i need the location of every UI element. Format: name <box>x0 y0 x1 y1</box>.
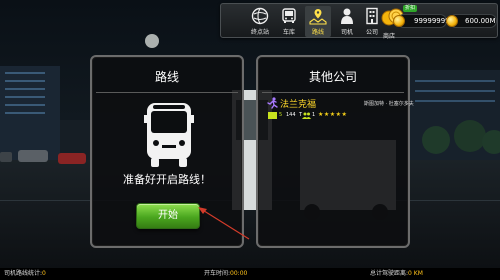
coins-value: 99999999 <box>414 17 450 25</box>
route-map-icon <box>309 9 327 25</box>
nav-garage-label: 车库 <box>282 29 295 36</box>
route-panel-divider <box>96 92 238 93</box>
start-route-button[interactable]: 开始 <box>136 203 200 229</box>
nav-route[interactable]: 路线 <box>305 6 331 37</box>
night-city-background <box>0 0 500 280</box>
coin-icon <box>393 15 405 27</box>
company-drivers: 1 <box>312 112 316 118</box>
nav-garage[interactable]: 车库 <box>276 6 302 37</box>
driver-routes-label: 司机路线统计: <box>4 270 43 277</box>
drive-time-label: 开车时间: <box>204 270 231 277</box>
nav-shop-label: 商店 <box>383 33 396 40</box>
destination-globe-icon <box>251 7 269 25</box>
cash-value: 600.00M <box>465 17 496 25</box>
pointer-arrow <box>198 207 250 240</box>
total-distance-stat: 总计驾驶距离:0 KM <box>370 268 423 280</box>
shop-discount-badge: 折扣 <box>403 5 417 12</box>
driver-routes-stat: 司机路线统计:0 <box>4 268 46 280</box>
nav-route-label: 路线 <box>311 29 324 36</box>
other-companies-divider <box>262 92 404 93</box>
route-ready-message: 准备好开启路线！ <box>123 173 211 186</box>
company-level: 5 <box>279 112 283 118</box>
company-name: 法兰克福 <box>280 100 317 110</box>
drive-time-value: 00:00 <box>230 270 248 277</box>
nav-destination-label: 终点站 <box>250 29 269 36</box>
bottom-status-bar: 司机路线统计:0 开车时间:00:00 总计驾驶距离:0 KM <box>0 268 500 280</box>
nav-driver-label: 司机 <box>340 29 353 36</box>
nav-destination[interactable]: 终点站 <box>247 6 273 37</box>
company-buses: 144 <box>286 112 296 118</box>
other-companies-title: 其他公司 <box>308 70 357 84</box>
cash-coin-icon <box>446 15 458 27</box>
bus-front-icon <box>144 103 194 167</box>
company-drivers-icon <box>302 112 311 119</box>
company-list-item[interactable]: 法兰克福 斯图加特 · 杜塞尔多夫 5 144 T 1 ★★★★★ <box>266 97 414 127</box>
driver-routes-value: 0 <box>42 270 46 277</box>
company-rating-stars: ★★★★★ <box>318 111 348 118</box>
company-location: 斯图加特 · 杜塞尔多夫 <box>364 101 414 107</box>
company-runner-icon <box>267 97 278 109</box>
route-panel-title: 路线 <box>154 70 179 84</box>
driver-person-icon <box>341 8 353 24</box>
company-level-icon <box>268 112 277 119</box>
nav-driver[interactable]: 司机 <box>334 6 360 37</box>
total-distance-label: 总计驾驶距离: <box>370 270 409 277</box>
bus-garage-icon <box>282 8 296 23</box>
total-distance-value: 0 KM <box>408 270 423 277</box>
other-companies-panel: 其他公司 法兰克福 斯图加特 · 杜塞尔多夫 5 144 T 1 ★★★★★ <box>256 55 414 248</box>
top-navigation-bar: 终点站 车库 路线 司机 公司 折扣 商店 99999999 600.00M <box>220 3 498 40</box>
drive-time-stat: 开车时间:00:00 <box>204 268 247 280</box>
